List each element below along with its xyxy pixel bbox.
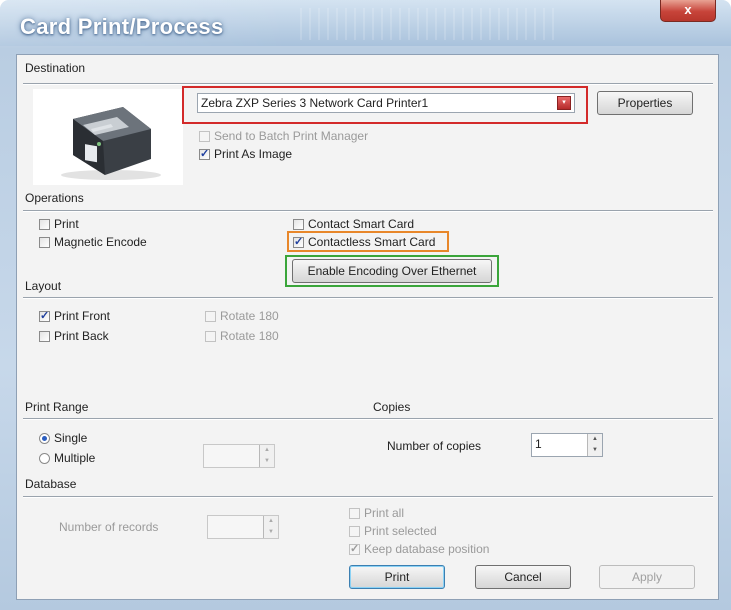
- print-front-label: Print Front: [54, 309, 111, 323]
- rotate-front-label: Rotate 180: [220, 309, 279, 323]
- stepper-arrows[interactable]: ▲ ▼: [259, 445, 274, 467]
- down-arrow-icon[interactable]: ▼: [260, 456, 274, 467]
- contact-smart-card-label: Contact Smart Card: [308, 217, 415, 231]
- title-bar[interactable]: Card Print/Process x: [0, 0, 731, 46]
- printer-select-dropdown-icon[interactable]: ▾: [557, 96, 571, 110]
- print-back-label: Print Back: [54, 329, 109, 343]
- dialog-body: Destination Zebra ZXP Series 3 Network C…: [16, 54, 719, 600]
- send-batch-label: Send to Batch Print Manager: [214, 129, 369, 143]
- rotate-back-label: Rotate 180: [220, 329, 279, 343]
- records-stepper[interactable]: ▲ ▼: [207, 515, 279, 539]
- copies-heading: Copies: [373, 400, 411, 414]
- close-button[interactable]: x: [660, 0, 716, 22]
- keep-position-label: Keep database position: [364, 542, 490, 556]
- print-all-label: Print all: [364, 506, 405, 520]
- cancel-button[interactable]: Cancel: [475, 565, 571, 589]
- stepper-arrows[interactable]: ▲ ▼: [587, 434, 602, 456]
- checkbox-box[interactable]: [205, 310, 216, 322]
- divider: [23, 496, 713, 498]
- print-all-checkbox[interactable]: Print all: [349, 506, 404, 520]
- window-title: Card Print/Process: [20, 14, 224, 39]
- operations-heading: Operations: [25, 191, 84, 205]
- checkbox-box[interactable]: [39, 236, 50, 248]
- print-as-image-label: Print As Image: [214, 147, 293, 161]
- print-checkbox[interactable]: Print: [39, 217, 79, 231]
- print-back-checkbox[interactable]: Print Back: [39, 329, 109, 343]
- keep-position-checkbox[interactable]: Keep database position: [349, 542, 489, 556]
- copies-value: 1: [535, 437, 542, 451]
- contactless-smart-card-label: Contactless Smart Card: [308, 235, 436, 249]
- destination-heading: Destination: [25, 61, 86, 75]
- divider: [23, 418, 713, 420]
- dialog-window: Card Print/Process x Destination Zebra Z…: [0, 0, 731, 610]
- contact-smart-card-checkbox[interactable]: Contact Smart Card: [293, 217, 414, 231]
- down-arrow-icon[interactable]: ▼: [588, 445, 602, 456]
- printer-select-value: Zebra ZXP Series 3 Network Card Printer1: [201, 96, 429, 110]
- print-as-image-checkbox[interactable]: Print As Image: [199, 147, 292, 161]
- contactless-smart-card-checkbox[interactable]: Contactless Smart Card: [293, 235, 435, 249]
- enable-encoding-button[interactable]: Enable Encoding Over Ethernet: [292, 259, 492, 283]
- checkbox-box[interactable]: [39, 309, 50, 322]
- printer-select[interactable]: Zebra ZXP Series 3 Network Card Printer1…: [197, 93, 575, 113]
- checkbox-box[interactable]: [293, 235, 304, 248]
- checkbox-box[interactable]: [349, 525, 360, 537]
- printer-image: [33, 89, 183, 185]
- checkbox-box[interactable]: [199, 130, 210, 142]
- radio-circle[interactable]: [39, 432, 50, 444]
- divider: [23, 83, 713, 85]
- down-arrow-icon[interactable]: ▼: [264, 527, 278, 538]
- checkbox-box[interactable]: [349, 542, 360, 555]
- checkbox-box[interactable]: [205, 330, 216, 342]
- up-arrow-icon[interactable]: ▲: [264, 516, 278, 527]
- checkbox-box[interactable]: [293, 218, 304, 230]
- print-label: Print: [54, 217, 79, 231]
- multiple-label: Multiple: [54, 451, 96, 465]
- print-selected-checkbox[interactable]: Print selected: [349, 524, 437, 538]
- up-arrow-icon[interactable]: ▲: [588, 434, 602, 445]
- properties-button[interactable]: Properties: [597, 91, 693, 115]
- single-radio[interactable]: Single: [39, 431, 87, 445]
- radio-circle[interactable]: [39, 452, 50, 464]
- print-front-checkbox[interactable]: Print Front: [39, 309, 110, 323]
- rotate-front-checkbox[interactable]: Rotate 180: [205, 309, 279, 323]
- number-of-copies-label: Number of copies: [387, 439, 482, 453]
- single-label: Single: [54, 431, 88, 445]
- print-button[interactable]: Print: [349, 565, 445, 589]
- print-selected-label: Print selected: [364, 524, 437, 538]
- print-range-heading: Print Range: [25, 400, 89, 414]
- checkbox-box[interactable]: [39, 218, 50, 230]
- stepper-arrows[interactable]: ▲ ▼: [263, 516, 278, 538]
- multiple-radio[interactable]: Multiple: [39, 451, 95, 465]
- up-arrow-icon[interactable]: ▲: [260, 445, 274, 456]
- records-label: Number of records: [59, 520, 159, 534]
- magnetic-encode-checkbox[interactable]: Magnetic Encode: [39, 235, 147, 249]
- apply-button[interactable]: Apply: [599, 565, 695, 589]
- database-heading: Database: [25, 477, 77, 491]
- rotate-back-checkbox[interactable]: Rotate 180: [205, 329, 279, 343]
- magnetic-encode-label: Magnetic Encode: [54, 235, 147, 249]
- divider: [23, 297, 713, 299]
- checkbox-box[interactable]: [199, 147, 210, 160]
- title-bar-decoration: [300, 8, 560, 40]
- layout-heading: Layout: [25, 279, 62, 293]
- checkbox-box[interactable]: [39, 330, 50, 342]
- copies-stepper[interactable]: 1 ▲ ▼: [531, 433, 603, 457]
- range-stepper[interactable]: ▲ ▼: [203, 444, 275, 468]
- checkbox-box[interactable]: [349, 507, 360, 519]
- send-batch-checkbox[interactable]: Send to Batch Print Manager: [199, 129, 368, 143]
- divider: [23, 210, 713, 212]
